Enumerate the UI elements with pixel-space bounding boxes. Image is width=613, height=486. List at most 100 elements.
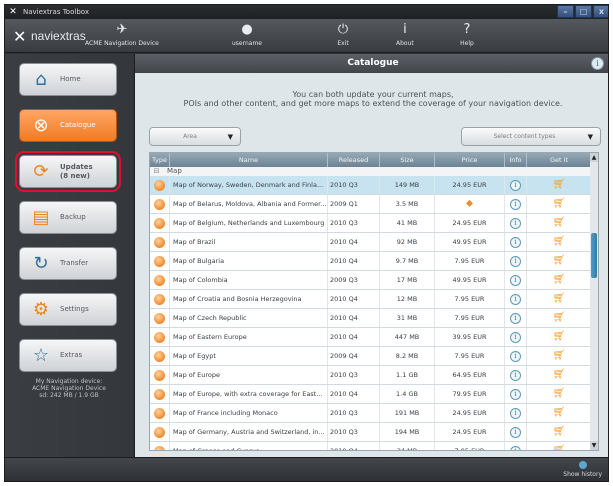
scroll-down-icon[interactable]: ▼ bbox=[590, 441, 598, 450]
column-header-info[interactable]: Info bbox=[505, 153, 527, 167]
collapse-icon[interactable]: ⊟ bbox=[153, 168, 160, 175]
name-cell: Map of Greece and Cyprus bbox=[170, 442, 328, 450]
cart-icon[interactable]: 🛒︎ bbox=[553, 388, 566, 399]
device-button[interactable]: ✈ ACME Navigation Device bbox=[85, 22, 159, 47]
sidebar-item-transfer[interactable]: ↻ Transfer bbox=[19, 247, 117, 280]
cart-icon[interactable]: 🛒︎ bbox=[553, 407, 566, 418]
info-cell: i bbox=[505, 252, 527, 270]
table-row[interactable]: Map of France including Monaco 2010 Q3 191… bbox=[150, 404, 591, 423]
about-button[interactable]: i About bbox=[396, 22, 414, 47]
column-header-size[interactable]: Size bbox=[380, 153, 435, 167]
minimize-button[interactable]: – bbox=[557, 5, 574, 18]
info-icon[interactable]: i bbox=[510, 350, 521, 362]
table-row[interactable]: Map of Colombia 2009 Q3 17 MB 49.95 EUR i 🛒︎ bbox=[150, 271, 591, 290]
table-row[interactable]: Map of Belgium, Netherlands and Luxembou… bbox=[150, 214, 591, 233]
info-icon[interactable]: i bbox=[510, 217, 521, 229]
power-icon: ⏻ bbox=[337, 22, 349, 37]
column-header-get-it[interactable]: Get it bbox=[527, 153, 591, 167]
table-row[interactable]: Map of Belarus, Moldova, Albania and For… bbox=[150, 195, 591, 214]
size-cell: 41 MB bbox=[380, 214, 435, 232]
info-icon[interactable]: i bbox=[510, 369, 521, 381]
info-icon[interactable]: i bbox=[510, 179, 521, 191]
table-row[interactable]: Map of Europe 2010 Q3 1.1 GB 64.95 EUR i 🛒︎ bbox=[150, 366, 591, 385]
cart-icon[interactable]: 🛒︎ bbox=[553, 426, 566, 437]
cart-icon[interactable]: 🛒︎ bbox=[553, 236, 566, 247]
cart-icon[interactable]: 🛒︎ bbox=[553, 217, 566, 228]
cart-icon[interactable]: 🛒︎ bbox=[553, 293, 566, 304]
info-icon[interactable]: i bbox=[510, 198, 521, 210]
table-row[interactable]: Map of Egypt 2009 Q4 8.2 MB 7.95 EUR i 🛒︎ bbox=[150, 347, 591, 366]
column-header-released[interactable]: Released bbox=[328, 153, 380, 167]
content-type-dropdown[interactable]: Select content types ▼ bbox=[461, 127, 601, 146]
close-button[interactable]: x bbox=[593, 5, 608, 18]
sidebar-item-catalogue[interactable]: ⊗ Catalogue bbox=[19, 109, 117, 142]
info-icon[interactable]: i bbox=[510, 331, 521, 343]
table-row[interactable]: Map of Europe, with extra coverage for E… bbox=[150, 385, 591, 404]
show-history-button[interactable]: Show history bbox=[563, 461, 602, 478]
area-dropdown[interactable]: Area ▼ bbox=[149, 127, 241, 146]
device-info: My Navigation device: ACME Navigation De… bbox=[5, 378, 133, 399]
price-cell: 39.95 EUR bbox=[435, 328, 505, 346]
cart-icon[interactable]: 🛒︎ bbox=[553, 331, 566, 342]
map-type-icon bbox=[154, 179, 165, 191]
catalogue-description: You can both update your current maps, P… bbox=[135, 90, 608, 108]
price-cell: 24.95 EUR bbox=[435, 176, 505, 194]
cart-icon[interactable]: 🛒︎ bbox=[553, 350, 566, 361]
released-cell: 2009 Q4 bbox=[328, 347, 380, 365]
info-icon[interactable]: i bbox=[591, 57, 604, 70]
help-button[interactable]: ? Help bbox=[459, 22, 475, 47]
description-line: You can both update your current maps, bbox=[292, 90, 454, 99]
info-icon[interactable]: i bbox=[510, 236, 521, 248]
info-icon[interactable]: i bbox=[510, 312, 521, 324]
sidebar-item-updates[interactable]: ⟳ Updates (8 new) bbox=[15, 151, 121, 192]
table-row[interactable]: Map of Czech Republic 2010 Q4 31 MB 7.95 EU… bbox=[150, 309, 591, 328]
get-it-cell: 🛒︎ bbox=[527, 233, 591, 251]
satellite-icon: ✈ bbox=[116, 22, 128, 37]
cart-icon[interactable]: 🛒︎ bbox=[553, 274, 566, 285]
table-row[interactable]: Map of Greece and Cyprus 2010 Q4 34 MB 7.95… bbox=[150, 442, 591, 450]
info-icon[interactable]: i bbox=[510, 407, 521, 419]
info-icon[interactable]: i bbox=[510, 388, 521, 400]
home-icon: ⌂ bbox=[35, 69, 47, 90]
cart-icon[interactable]: 🛒︎ bbox=[553, 198, 566, 209]
table-row[interactable]: Map of Croatia and Bosnia Herzegovina 201… bbox=[150, 290, 591, 309]
naviextras-logo: ✕ naviextras bbox=[13, 26, 86, 46]
cart-icon[interactable]: 🛒︎ bbox=[553, 312, 566, 323]
sidebar-item-settings[interactable]: ⚙ Settings bbox=[19, 293, 117, 326]
table-row[interactable]: Map of Germany, Austria and Switzerland,… bbox=[150, 423, 591, 442]
cart-icon[interactable]: 🛒︎ bbox=[553, 255, 566, 266]
sidebar-item-backup[interactable]: ▤ Backup bbox=[19, 201, 117, 234]
column-header-name[interactable]: Name bbox=[170, 153, 328, 167]
info-icon[interactable]: i bbox=[510, 255, 521, 267]
name-cell: Map of Eastern Europe bbox=[170, 328, 328, 346]
user-label: username bbox=[232, 40, 262, 47]
extras-icon: ☆ bbox=[32, 345, 50, 366]
released-cell: 2010 Q3 bbox=[328, 423, 380, 441]
table-row[interactable]: Map of Norway, Sweden, Denmark and Finla… bbox=[150, 176, 591, 195]
name-cell: Map of France including Monaco bbox=[170, 404, 328, 422]
maximize-button[interactable]: □ bbox=[575, 5, 592, 18]
info-icon[interactable]: i bbox=[510, 274, 521, 286]
exit-button[interactable]: ⏻ Exit bbox=[335, 22, 351, 47]
column-header-type[interactable]: Type bbox=[150, 153, 170, 167]
cart-icon[interactable]: 🛒︎ bbox=[553, 179, 566, 190]
vertical-scrollbar[interactable]: ▲ ▼ bbox=[590, 153, 598, 450]
history-icon bbox=[578, 461, 587, 469]
map-type-icon bbox=[154, 426, 165, 438]
table-row[interactable]: Map of Eastern Europe 2010 Q4 447 MB 39.95 … bbox=[150, 328, 591, 347]
info-icon[interactable]: i bbox=[510, 293, 521, 305]
cart-icon[interactable]: 🛒︎ bbox=[553, 369, 566, 380]
scroll-up-icon[interactable]: ▲ bbox=[590, 153, 598, 162]
column-header-price[interactable]: Price bbox=[435, 153, 505, 167]
info-icon[interactable]: i bbox=[510, 445, 521, 450]
table-row[interactable]: Map of Bulgaria 2010 Q4 9.7 MB 7.95 EUR i 🛒︎ bbox=[150, 252, 591, 271]
user-button[interactable]: ● username bbox=[232, 22, 262, 47]
info-icon[interactable]: i bbox=[510, 426, 521, 438]
cart-icon[interactable]: 🛒︎ bbox=[553, 445, 566, 450]
sidebar-item-extras[interactable]: ☆ Extras bbox=[19, 339, 117, 372]
group-row[interactable]: ⊟ Map bbox=[150, 167, 591, 176]
table-row[interactable]: Map of Brazil 2010 Q4 92 MB 49.95 EUR i 🛒︎ bbox=[150, 233, 591, 252]
help-icon: ? bbox=[463, 22, 471, 37]
scrollbar-thumb[interactable] bbox=[591, 233, 597, 278]
sidebar-item-home[interactable]: ⌂ Home bbox=[19, 63, 117, 96]
